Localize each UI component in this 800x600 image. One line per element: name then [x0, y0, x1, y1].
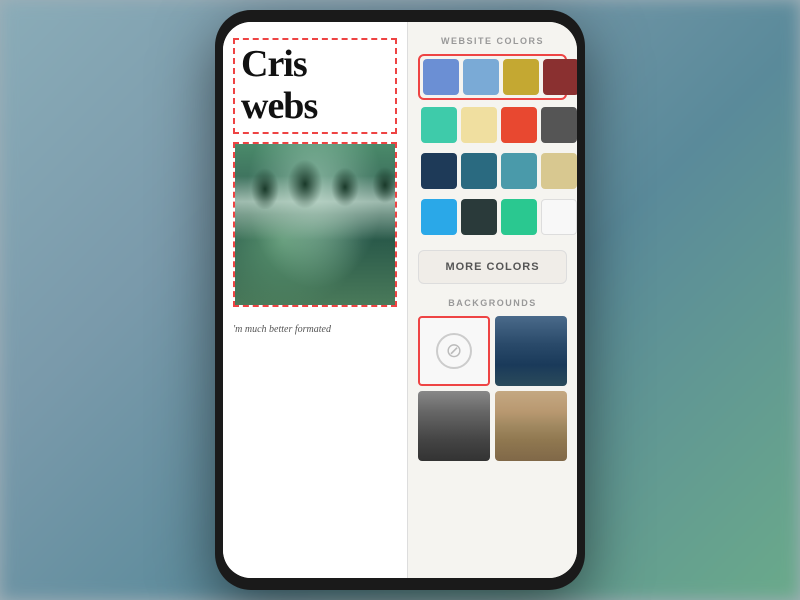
preview-text-area: 'm much better formated — [233, 315, 397, 341]
color-swatch[interactable] — [421, 153, 457, 189]
color-row-2 — [418, 104, 567, 146]
color-swatch[interactable] — [543, 59, 577, 95]
color-panel: WEBSITE COLORS — [408, 22, 577, 578]
color-swatch[interactable] — [421, 199, 457, 235]
color-swatch[interactable] — [423, 59, 459, 95]
color-row-4 — [418, 196, 567, 238]
color-swatch[interactable] — [541, 153, 577, 189]
color-swatch[interactable] — [503, 59, 539, 95]
color-swatch[interactable] — [501, 199, 537, 235]
color-swatch[interactable] — [421, 107, 457, 143]
phone-screen: Cris webs 'm much better formated WEBSIT… — [223, 22, 577, 578]
color-swatch[interactable] — [501, 153, 537, 189]
phone-frame: Cris webs 'm much better formated WEBSIT… — [215, 10, 585, 590]
color-swatch[interactable] — [541, 107, 577, 143]
preview-title-line1: Cris — [241, 43, 307, 85]
backgrounds-grid: ⊘ — [418, 316, 567, 461]
preview-panel: Cris webs 'm much better formated — [223, 22, 408, 578]
preview-image — [235, 144, 395, 305]
more-colors-button[interactable]: MORE COLORS — [418, 250, 567, 284]
color-swatch[interactable] — [501, 107, 537, 143]
color-swatch[interactable] — [461, 153, 497, 189]
backgrounds-label: BACKGROUNDS — [418, 298, 567, 308]
preview-body-text: 'm much better formated — [233, 324, 331, 335]
color-swatch[interactable] — [463, 59, 499, 95]
preview-title-area: Cris webs — [233, 38, 397, 134]
preview-title-line2: webs — [241, 85, 317, 127]
color-row-selected — [418, 54, 567, 100]
color-swatch[interactable] — [461, 107, 497, 143]
preview-image-area — [233, 142, 397, 307]
background-buildings[interactable] — [495, 391, 567, 461]
color-swatch[interactable] — [461, 199, 497, 235]
preview-content: Cris webs 'm much better formated — [223, 22, 407, 578]
background-none[interactable]: ⊘ — [418, 316, 490, 386]
background-ocean[interactable] — [495, 316, 567, 386]
website-colors-label: WEBSITE COLORS — [418, 36, 567, 46]
color-swatch[interactable] — [541, 199, 577, 235]
background-city[interactable] — [418, 391, 490, 461]
no-background-icon: ⊘ — [436, 333, 472, 369]
color-row-3 — [418, 150, 567, 192]
preview-title: Cris webs — [241, 44, 389, 128]
